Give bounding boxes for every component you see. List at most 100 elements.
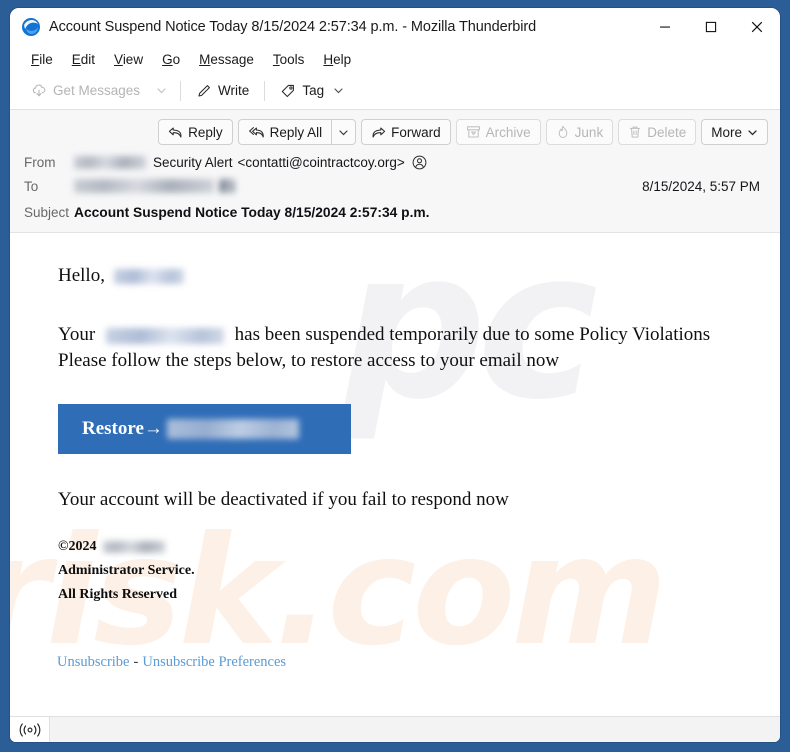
menu-edit[interactable]: Edit	[63, 49, 104, 70]
get-messages-dropdown[interactable]	[149, 81, 174, 100]
from-email-address: <contatti@cointractcoy.org>	[237, 154, 405, 170]
close-icon[interactable]	[734, 8, 780, 46]
subject-label: Subject	[24, 204, 70, 220]
restore-button[interactable]: Restore→	[58, 404, 351, 454]
forward-label: Forward	[391, 124, 441, 140]
tag-icon	[280, 83, 296, 99]
to-recipient-redacted-2	[219, 179, 235, 193]
menu-help[interactable]: Help	[314, 49, 360, 70]
flame-icon	[556, 125, 570, 139]
unsubscribe-link[interactable]: Unsubscribe	[57, 654, 130, 670]
administrator-service-line: Administrator Service.	[58, 563, 195, 578]
reply-button[interactable]: Reply	[158, 119, 233, 145]
pencil-icon	[196, 83, 212, 99]
online-status-icon[interactable]	[10, 717, 50, 742]
menu-bar: File Edit View Go Message Tools Help	[10, 46, 780, 72]
greeting-name-redacted	[113, 269, 184, 285]
from-display-name: Security Alert	[153, 154, 233, 170]
body-spacer-3	[58, 454, 750, 487]
body-spacer-4	[58, 513, 750, 535]
suspension-prefix: Your	[58, 324, 96, 345]
restore-button-redacted-url	[166, 419, 299, 439]
desktop-backdrop: Account Suspend Notice Today 8/15/2024 2…	[0, 0, 790, 752]
deactivation-warning: Your account will be deactivated if you …	[58, 489, 509, 510]
email-body-content: Hello, Your has been suspended temporari…	[10, 233, 780, 671]
greeting-line: Hello,	[58, 263, 750, 289]
to-label: To	[24, 178, 39, 194]
to-value[interactable]	[74, 179, 642, 193]
greeting-text: Hello,	[58, 265, 105, 286]
menu-file[interactable]: File	[22, 49, 62, 70]
body-spacer-1	[58, 289, 750, 322]
archive-button[interactable]: Archive	[455, 119, 541, 145]
message-action-buttons: Reply Reply All Forward Archive Junk Del…	[10, 110, 780, 150]
tag-label: Tag	[302, 83, 325, 98]
write-button[interactable]: Write	[187, 79, 258, 103]
archive-label: Archive	[485, 124, 531, 140]
menu-go[interactable]: Go	[153, 49, 189, 70]
junk-label: Junk	[574, 124, 604, 140]
menu-tools[interactable]: Tools	[264, 49, 314, 70]
unsubscribe-separator: -	[133, 654, 139, 670]
subject-text: Account Suspend Notice Today 8/15/2024 2…	[74, 204, 430, 220]
trash-icon	[628, 125, 642, 139]
get-messages-button[interactable]: Get Messages	[22, 79, 149, 103]
tag-button[interactable]: Tag	[271, 79, 353, 103]
archive-box-icon	[466, 125, 481, 139]
reply-arrow-icon	[168, 126, 183, 139]
from-value[interactable]: Security Alert <contatti@cointractcoy.or…	[74, 155, 766, 170]
toolbar-separator-2	[264, 80, 266, 101]
reply-all-group: Reply All	[237, 119, 357, 145]
to-recipient-redacted	[74, 179, 214, 193]
download-cloud-icon	[31, 83, 47, 99]
message-header: Reply Reply All Forward Archive Junk Del…	[10, 110, 780, 233]
unsubscribe-preferences-link[interactable]: Unsubscribe Preferences	[142, 654, 286, 670]
title-bar: Account Suspend Notice Today 8/15/2024 2…	[10, 8, 780, 46]
email-body-pane: pc risk.com Hello, Your has been suspend…	[10, 233, 780, 716]
delete-label: Delete	[647, 124, 687, 140]
copyright-text: ©2024	[58, 539, 97, 554]
contact-avatar-icon[interactable]	[412, 155, 427, 170]
status-bar	[10, 716, 780, 742]
thunderbird-icon	[20, 16, 42, 38]
toolbar-separator-1	[180, 80, 182, 101]
reply-all-button[interactable]: Reply All	[237, 119, 332, 145]
restore-button-label: Restore→	[82, 418, 163, 439]
unsubscribe-row: Unsubscribe - Unsubscribe Preferences	[57, 653, 750, 671]
maximize-icon[interactable]	[688, 8, 734, 46]
menu-view[interactable]: View	[105, 49, 152, 70]
reply-all-label: Reply All	[269, 124, 323, 140]
window-controls	[642, 8, 780, 46]
main-toolbar: Get Messages Write Tag	[10, 72, 780, 110]
window-title: Account Suspend Notice Today 8/15/2024 2…	[49, 19, 537, 35]
reply-all-dropdown[interactable]	[331, 119, 357, 145]
suspension-line: Your has been suspended temporarily due …	[58, 322, 750, 348]
reply-all-arrow-icon	[248, 126, 265, 139]
delete-button[interactable]: Delete	[618, 119, 697, 145]
more-label: More	[711, 124, 742, 140]
more-chevron-down-icon	[747, 127, 758, 138]
tag-dropdown-chevron-icon[interactable]	[333, 85, 344, 96]
from-name-redacted	[74, 155, 146, 169]
reply-label: Reply	[188, 124, 223, 140]
copyright-brand-redacted	[102, 540, 165, 553]
body-spacer-5	[58, 607, 750, 653]
menu-message[interactable]: Message	[190, 49, 263, 70]
suspension-suffix: has been suspended temporarily due to so…	[234, 324, 711, 345]
body-spacer-2	[58, 374, 750, 398]
forward-button[interactable]: Forward	[361, 119, 451, 145]
instruction-line: Please follow the steps below, to restor…	[58, 350, 560, 371]
more-button[interactable]: More	[701, 119, 768, 145]
junk-button[interactable]: Junk	[545, 119, 614, 145]
copyright-line: ©2024	[58, 535, 750, 559]
subject-row: Subject Account Suspend Notice Today 8/1…	[10, 198, 780, 222]
to-row: To 8/15/2024, 5:57 PM	[10, 174, 780, 198]
from-row: From Security Alert <contatti@cointractc…	[10, 150, 780, 174]
message-date: 8/15/2024, 5:57 PM	[642, 178, 760, 194]
forward-arrow-icon	[371, 126, 386, 139]
write-label: Write	[218, 83, 250, 98]
from-label: From	[24, 154, 56, 170]
account-name-redacted	[105, 327, 224, 344]
minimize-icon[interactable]	[642, 8, 688, 46]
get-messages-label: Get Messages	[53, 83, 141, 98]
